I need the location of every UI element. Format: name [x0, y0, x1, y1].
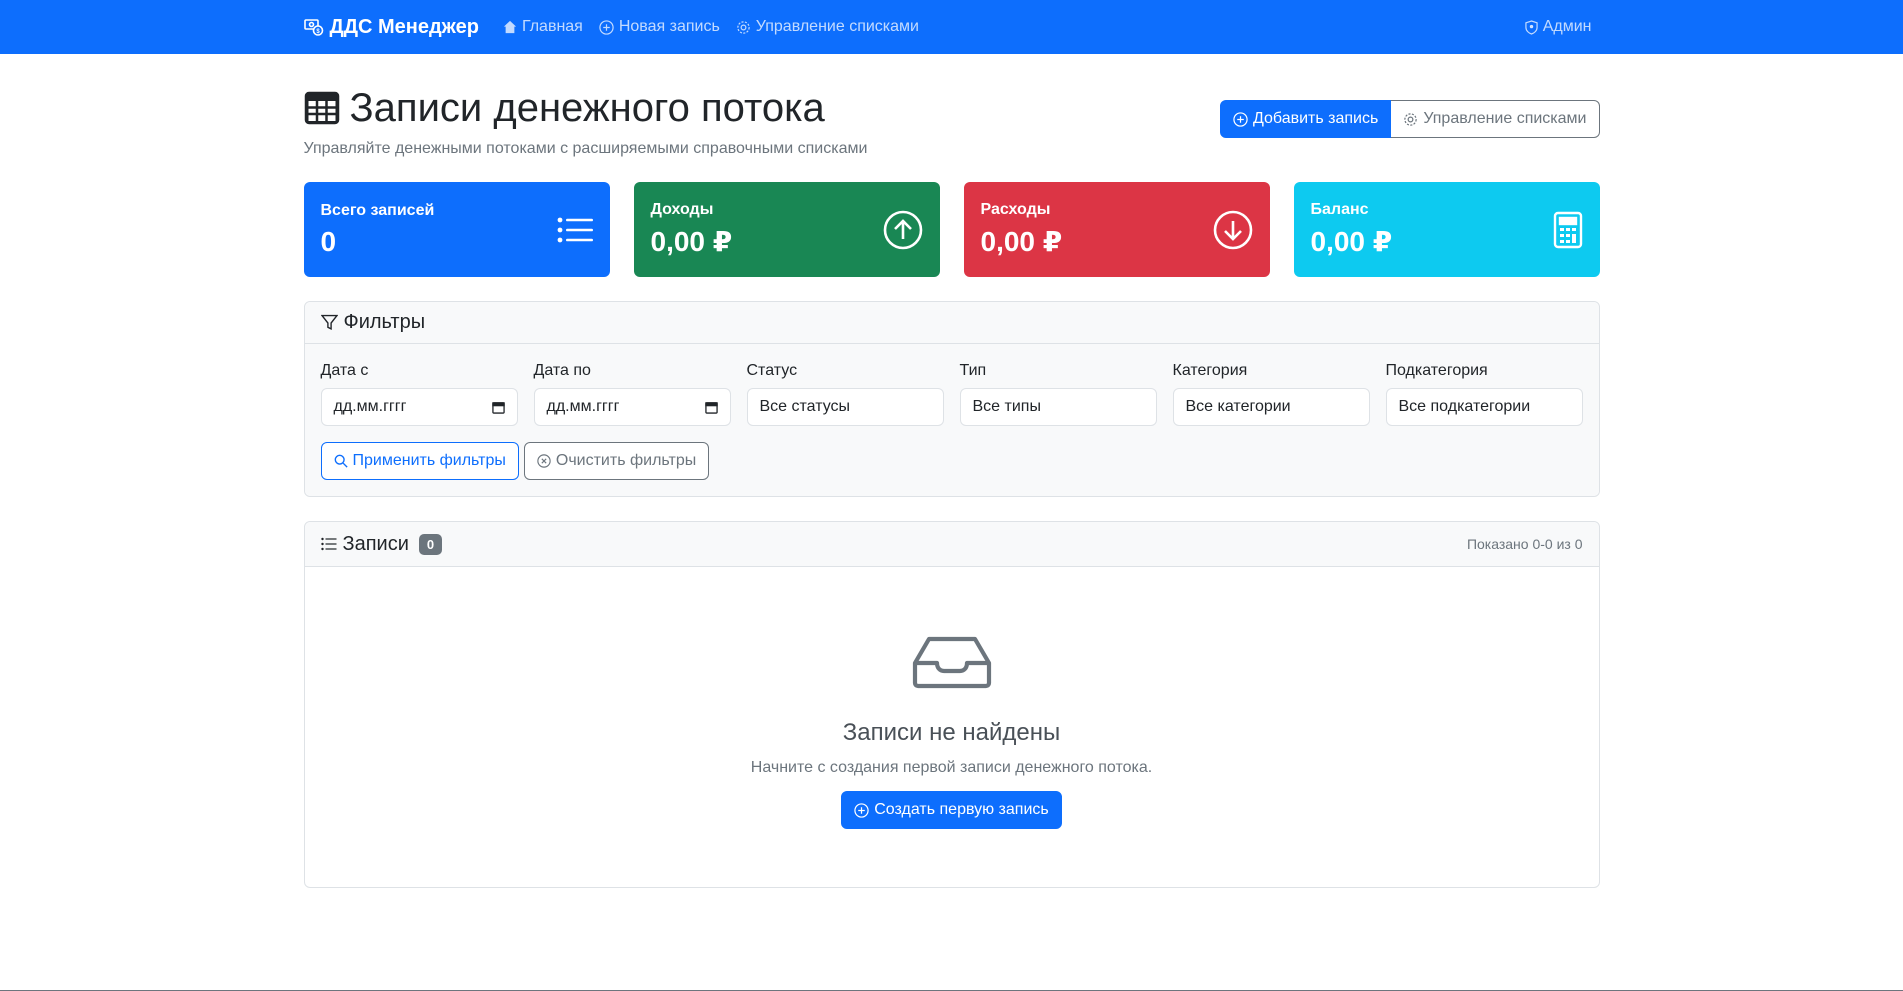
- nav-new-record-label: Новая запись: [618, 18, 720, 35]
- type-value: Все типы: [972, 398, 1041, 415]
- date-from-input[interactable]: дд.мм.гггг: [320, 388, 518, 426]
- apply-filters-button[interactable]: Применить фильтры: [320, 442, 519, 480]
- list-ul-icon: [320, 537, 337, 551]
- funnel-icon: [320, 314, 338, 331]
- clear-filters-label: Очистить фильтры: [555, 452, 697, 469]
- stat-label: Доходы: [650, 201, 714, 218]
- stat-card-balance: Баланс 0,00 ₽: [1293, 182, 1600, 277]
- user-label: Админ: [1542, 18, 1592, 35]
- x-circle-icon: [537, 454, 551, 468]
- filters-header: Фильтры: [304, 302, 1599, 344]
- empty-state: Записи не найдены Начните с создания пер…: [305, 567, 1599, 887]
- stat-card-expense: Расходы 0,00 ₽: [963, 182, 1270, 277]
- plus-circle-icon: [1233, 111, 1248, 127]
- arrow-up-circle-icon: [883, 210, 923, 250]
- plus-circle-icon: [854, 802, 869, 818]
- page-subtitle: Управляйте денежными потоками с расширяе…: [303, 140, 868, 157]
- brand-label: ДДС Менеджер: [329, 15, 479, 38]
- nav-manage-lists-label: Управление списками: [755, 18, 919, 35]
- stat-label: Баланс: [1310, 201, 1369, 218]
- search-icon: [334, 454, 348, 468]
- plus-circle-icon: [599, 19, 614, 35]
- house-icon: [503, 20, 517, 34]
- stat-card-total: Всего записей 0: [303, 182, 610, 277]
- stat-value: 0,00 ₽: [980, 226, 1063, 257]
- clear-filters-button[interactable]: Очистить фильтры: [523, 442, 710, 480]
- records-title: Записи: [342, 532, 409, 555]
- date-to-label: Дата по: [533, 362, 591, 379]
- calculator-icon: [1553, 211, 1583, 249]
- subcategory-label: Подкатегория: [1385, 362, 1488, 379]
- stat-label: Расходы: [980, 201, 1051, 218]
- category-label: Категория: [1172, 362, 1248, 379]
- type-label: Тип: [959, 362, 987, 379]
- nav-home[interactable]: Главная: [503, 18, 583, 36]
- stat-label: Всего записей: [320, 201, 435, 219]
- add-record-button[interactable]: Добавить запись: [1219, 100, 1392, 138]
- apply-filters-label: Применить фильтры: [352, 452, 506, 469]
- filters-title: Фильтры: [343, 311, 426, 333]
- nav-manage-lists[interactable]: Управление списками: [736, 18, 919, 36]
- category-select[interactable]: Все категории: [1172, 388, 1370, 426]
- stat-value: 0,00 ₽: [650, 226, 733, 257]
- date-from-label: Дата с: [320, 362, 369, 379]
- header-button-group: Добавить запись Управление списками: [1219, 100, 1600, 138]
- date-to-placeholder: дд.мм.гггг: [546, 398, 620, 415]
- date-to-input[interactable]: дд.мм.гггг: [533, 388, 731, 426]
- stats-row: Всего записей 0 Доходы 0,00 ₽ Расходы 0,…: [303, 182, 1600, 277]
- shield-icon: [1525, 19, 1538, 35]
- page-header: Записи денежного потока Управляйте денеж…: [304, 84, 1600, 158]
- empty-text: Начните с создания первой записи денежно…: [750, 759, 1153, 776]
- navbar: $ ДДС Менеджер Главная Новая запись Упра…: [0, 0, 1903, 54]
- page-title: Записи денежного потока: [349, 86, 825, 130]
- records-shown-text: Показано 0-0 из 0: [1466, 536, 1583, 552]
- arrow-down-circle-icon: [1213, 210, 1253, 250]
- subcategory-value: Все подкатегории: [1398, 398, 1531, 415]
- stat-value: 0: [320, 225, 337, 257]
- manage-lists-button[interactable]: Управление списками: [1391, 100, 1600, 138]
- subcategory-select[interactable]: Все подкатегории: [1385, 388, 1583, 426]
- empty-title: Записи не найдены: [842, 719, 1061, 746]
- status-label: Статус: [746, 362, 798, 379]
- records-header: Записи 0 Показано 0-0 из 0: [304, 522, 1599, 567]
- table-icon: [304, 90, 340, 126]
- records-count-badge: 0: [418, 533, 443, 555]
- calendar-icon[interactable]: [704, 401, 718, 414]
- gear-icon: [736, 20, 751, 35]
- nav-new-record[interactable]: Новая запись: [599, 18, 720, 36]
- filters-card: Фильтры Дата с дд.мм.гггг Дата по дд.мм.…: [303, 301, 1600, 497]
- stat-card-income: Доходы 0,00 ₽: [633, 182, 940, 277]
- add-record-label: Добавить запись: [1252, 110, 1379, 127]
- brand-link[interactable]: $ ДДС Менеджер: [303, 15, 479, 39]
- status-value: Все статусы: [759, 398, 851, 415]
- nav-home-label: Главная: [521, 18, 583, 35]
- cash-coin-icon: $: [303, 17, 324, 37]
- category-value: Все категории: [1185, 398, 1291, 415]
- date-from-placeholder: дд.мм.гггг: [333, 398, 407, 415]
- stat-value: 0,00 ₽: [1310, 226, 1393, 257]
- list-icon: [557, 216, 593, 244]
- calendar-icon[interactable]: [491, 401, 505, 414]
- inbox-icon: [912, 635, 992, 689]
- user-menu[interactable]: Админ: [1525, 18, 1592, 36]
- create-first-record-button[interactable]: Создать первую запись: [841, 791, 1062, 829]
- gear-icon: [1403, 112, 1418, 127]
- records-card: Записи 0 Показано 0-0 из 0 Записи не най…: [303, 521, 1600, 888]
- manage-lists-label: Управление списками: [1423, 110, 1587, 127]
- create-first-record-label: Создать первую запись: [874, 801, 1049, 818]
- type-select[interactable]: Все типы: [959, 388, 1157, 426]
- status-select[interactable]: Все статусы: [746, 388, 944, 426]
